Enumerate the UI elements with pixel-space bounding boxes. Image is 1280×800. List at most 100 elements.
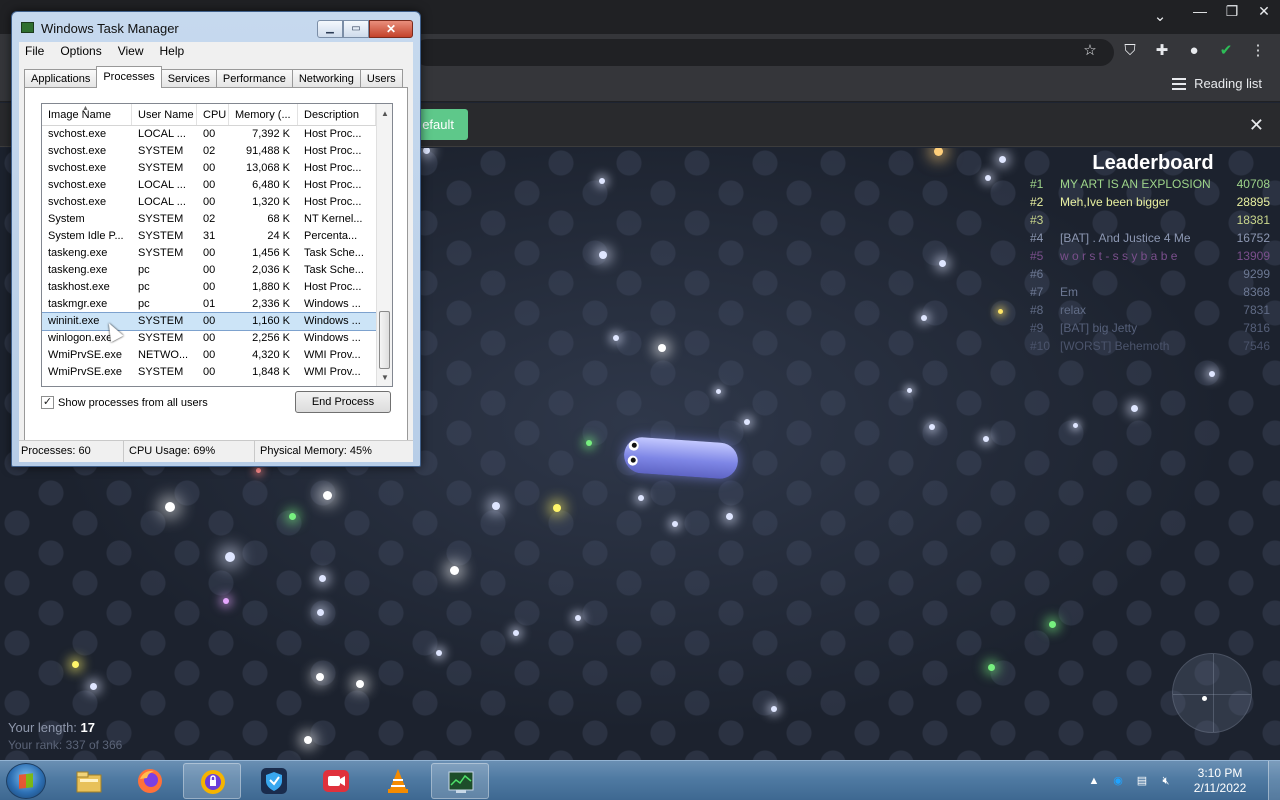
close-icon[interactable]: ✕ — [1248, 0, 1280, 24]
menu-options[interactable]: Options — [60, 42, 101, 60]
tab-services[interactable]: Services — [160, 69, 217, 88]
cell-description: Windows ... — [304, 298, 361, 310]
shield-app-icon — [261, 768, 287, 794]
status-bar: Processes: 60 CPU Usage: 69% Physical Me… — [19, 440, 413, 462]
shield-check-icon[interactable]: ✔ — [1216, 43, 1236, 61]
column-user-name[interactable]: User Name — [132, 104, 197, 125]
show-all-users-option[interactable]: ✓ Show processes from all users — [41, 396, 208, 409]
process-row[interactable]: WmiPrvSE.exe NETWO... 00 4,320 K WMI Prov... — [42, 347, 378, 364]
tab-applications[interactable]: Applications — [24, 69, 98, 88]
process-row[interactable]: svchost.exe SYSTEM 00 13,068 K Host Proc... — [42, 160, 378, 177]
process-row[interactable]: taskmgr.exe pc 01 2,336 K Windows ... — [42, 296, 378, 313]
process-row[interactable]: taskhost.exe pc 00 1,880 K Host Proc... — [42, 279, 378, 296]
menu-help[interactable]: Help — [160, 42, 185, 60]
tray-app-icon[interactable]: ◉ — [1110, 773, 1126, 789]
process-row[interactable]: svchost.exe SYSTEM 02 91,488 K Host Proc... — [42, 143, 378, 160]
process-row[interactable]: System SYSTEM 02 68 K NT Kernel... — [42, 211, 378, 228]
cell-image-name: WmiPrvSE.exe — [48, 366, 122, 378]
food-orb — [492, 502, 500, 510]
taskbar-screen-recorder[interactable] — [307, 763, 365, 799]
cell-image-name: taskhost.exe — [48, 281, 110, 293]
column-cpu-label: CPU — [203, 109, 227, 121]
column-description[interactable]: Description — [298, 104, 376, 125]
tab-performance[interactable]: Performance — [215, 69, 293, 88]
taskbar-shield-app[interactable] — [245, 763, 303, 799]
cell-image-name: taskmgr.exe — [48, 298, 108, 310]
tab-networking[interactable]: Networking — [291, 69, 361, 88]
process-row[interactable]: svchost.exe LOCAL ... 00 6,480 K Host Proc..… — [42, 177, 378, 194]
cell-description: Task Sche... — [304, 264, 364, 276]
extensions-icon[interactable]: ✚ — [1152, 43, 1172, 61]
column-image-name[interactable]: Image Name ▲ — [42, 104, 132, 125]
star-icon[interactable]: ☆ — [1080, 43, 1100, 61]
taskbar-vlc[interactable] — [369, 763, 427, 799]
food-orb — [288, 512, 296, 520]
profile-icon[interactable]: ● — [1184, 43, 1204, 61]
menu-file[interactable]: File — [25, 42, 44, 60]
cell-cpu: 00 — [203, 281, 216, 293]
cell-user-name: SYSTEM — [138, 145, 184, 157]
process-row[interactable]: svchost.exe LOCAL ... 00 7,392 K Host Proc..… — [42, 126, 378, 143]
leaderboard-name: Meh,Ive been bigger — [1060, 195, 1170, 209]
food-orb — [985, 175, 991, 181]
process-row[interactable]: System Idle P... SYSTEM 31 24 K Percenta... — [42, 228, 378, 245]
process-row[interactable]: winlogon.exe SYSTEM 00 2,256 K Windows ... — [42, 330, 378, 347]
volume-muted-icon[interactable]: 🔇︎ — [1158, 773, 1174, 789]
process-row[interactable]: taskeng.exe pc 00 2,036 K Task Sche... — [42, 262, 378, 279]
close-button[interactable]: ✕ — [369, 20, 413, 38]
process-list-scrollbar[interactable]: ▲ ▼ — [376, 104, 392, 386]
food-orb — [921, 315, 927, 321]
end-process-button[interactable]: End Process — [295, 391, 391, 413]
leaderboard-rank: #8 — [1030, 303, 1044, 317]
windows-explorer-icon — [76, 771, 102, 793]
minimize-button[interactable]: ▁ — [317, 20, 343, 38]
tab-processes[interactable]: Processes — [96, 66, 162, 88]
taskbar-explorer[interactable] — [60, 763, 118, 799]
food-orb — [1048, 620, 1056, 628]
window-title: Windows Task Manager — [41, 21, 179, 36]
food-orb — [987, 663, 995, 671]
reading-list-button[interactable]: Reading list — [1172, 76, 1262, 91]
scroll-up-icon[interactable]: ▲ — [377, 106, 392, 122]
process-row[interactable]: taskeng.exe SYSTEM 00 1,456 K Task Sche... — [42, 245, 378, 262]
cell-memory: 4,320 K — [252, 349, 290, 361]
tab-search-icon[interactable]: ⌄ — [1150, 9, 1170, 27]
leaderboard-rank: #4 — [1030, 231, 1044, 245]
reading-list-label: Reading list — [1194, 76, 1262, 91]
leaderboard-score: 13909 — [1236, 249, 1270, 263]
start-button[interactable] — [6, 763, 46, 799]
taskbar-task-manager[interactable] — [431, 763, 489, 799]
taskbar-clock[interactable]: 3:10 PM 2/11/2022 — [1182, 766, 1258, 796]
cell-memory: 2,256 K — [252, 332, 290, 344]
taskbar-vpn[interactable] — [183, 763, 241, 799]
restore-icon[interactable]: ❐ — [1216, 0, 1248, 24]
food-orb — [938, 259, 946, 267]
scroll-down-icon[interactable]: ▼ — [377, 370, 392, 386]
process-row[interactable]: WmiPrvSE.exe SYSTEM 00 1,848 K WMI Prov... — [42, 364, 378, 381]
column-cpu[interactable]: CPU — [197, 104, 229, 125]
process-row[interactable]: svchost.exe LOCAL ... 00 1,320 K Host Proc..… — [42, 194, 378, 211]
task-manager-titlebar[interactable]: Windows Task Manager ▁ ▭ ✕ — [12, 12, 420, 42]
network-icon[interactable]: ▤ — [1134, 773, 1150, 789]
taskbar-firefox[interactable] — [121, 763, 179, 799]
tab-users[interactable]: Users — [359, 69, 403, 88]
scroll-thumb[interactable] — [379, 311, 390, 369]
leaderboard-row: #10 [WORST] Behemoth 7546 — [1030, 337, 1270, 355]
adblock-icon[interactable]: ⛉ — [1120, 43, 1140, 61]
process-row[interactable]: wininit.exe SYSTEM 00 1,160 K Windows ... — [42, 312, 378, 331]
column-memory[interactable]: Memory (... — [229, 104, 298, 125]
infobar-close-icon[interactable]: ✕ — [1249, 115, 1264, 136]
show-desktop-button[interactable] — [1268, 761, 1280, 800]
process-list[interactable]: Image Name ▲ User Name CPU Memory (... Descri… — [41, 103, 393, 387]
cell-memory: 2,336 K — [252, 298, 290, 310]
show-hidden-icons-icon[interactable]: ▲ — [1086, 773, 1102, 789]
minimize-icon[interactable]: — — [1184, 0, 1216, 24]
maximize-button[interactable]: ▭ — [343, 20, 369, 38]
leaderboard-score: 16752 — [1236, 231, 1270, 245]
show-all-users-checkbox[interactable]: ✓ — [41, 396, 54, 409]
food-orb — [1072, 422, 1078, 428]
more-menu-icon[interactable]: ⋮ — [1248, 43, 1268, 61]
address-bar[interactable] — [414, 39, 1114, 66]
food-orb — [715, 388, 721, 394]
menu-view[interactable]: View — [118, 42, 144, 60]
